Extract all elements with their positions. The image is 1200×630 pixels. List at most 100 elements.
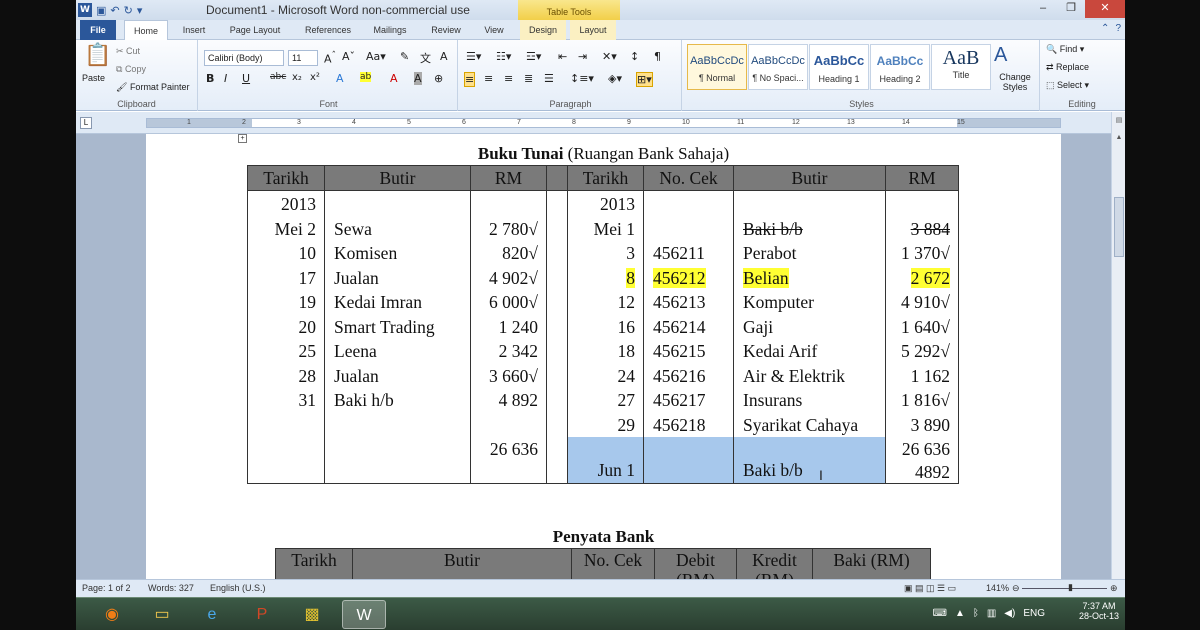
superscript-icon[interactable]: x² <box>310 72 320 83</box>
debit-dates-cell[interactable]: 2013 Mei 2 10 17 19 20 25 28 31 <box>247 190 325 437</box>
clear-format-icon[interactable]: ✎ <box>400 50 409 63</box>
grow-font-icon[interactable]: Aˆ <box>324 50 336 66</box>
subscript-icon[interactable]: x₂ <box>292 72 302 83</box>
justify-icon[interactable]: ≣ <box>524 72 533 85</box>
bullets-icon[interactable]: ☰▾ <box>466 50 481 63</box>
borders-icon[interactable]: ⊞▾ <box>636 72 653 87</box>
header-cell[interactable]: Kredit (RM) <box>736 548 813 579</box>
header-cell[interactable]: Baki (RM) <box>812 548 931 579</box>
debit-amounts-cell[interactable]: 2 780√ 820√ 4 902√ 6 000√ 1 240 2 342 3 660√ 4 … <box>470 190 547 437</box>
credit-items-cell[interactable]: Baki b/b Perabot Belian Komputer Gaji Kedai A… <box>733 190 886 437</box>
header-cell[interactable]: Tarikh <box>567 165 644 191</box>
text-effects-icon[interactable]: A <box>336 72 344 85</box>
maximize-button[interactable]: ❐ <box>1057 0 1085 18</box>
scroll-thumb[interactable] <box>1114 197 1124 257</box>
header-cell[interactable]: Butir <box>733 165 886 191</box>
header-cell[interactable] <box>546 165 568 191</box>
align-center-icon[interactable]: ≡ <box>484 72 493 85</box>
help-icon[interactable]: ? <box>1115 23 1121 34</box>
separator-cell[interactable] <box>546 190 568 437</box>
style-normal[interactable]: AaBbCcDc ¶ Normal <box>687 44 747 90</box>
word-count[interactable]: Words: 327 <box>148 583 194 593</box>
keyboard-icon[interactable]: ⌨ <box>933 608 947 619</box>
style-heading-1[interactable]: AaBbCc Heading 1 <box>809 44 869 90</box>
paste-button[interactable]: Paste <box>82 73 105 83</box>
closing-date-cell[interactable]: Jun 1 <box>567 437 644 484</box>
distributed-icon[interactable]: ☰ <box>544 72 554 85</box>
format-painter-button[interactable]: 🖌 Format Painter <box>116 82 189 93</box>
credit-cheques-cell[interactable]: 456211 456212 456213 456214 456215 456216 4562… <box>643 190 734 437</box>
credit-dates-cell[interactable]: 2013 Mei 1 3 8 12 16 18 24 27 29 <box>567 190 644 437</box>
table-move-handle[interactable]: + <box>238 134 247 143</box>
horizontal-ruler[interactable]: L 1 2 3 4 5 6 7 8 9 10 11 12 13 14 15 <box>76 112 1125 134</box>
chinese-layout-icon[interactable]: ✕▾ <box>602 50 617 63</box>
tab-home[interactable]: Home <box>124 20 168 41</box>
tab-design[interactable]: Design <box>520 20 566 40</box>
find-button[interactable]: 🔍 Find ▾ <box>1046 44 1084 55</box>
credit-amounts-cell[interactable]: 3 884 1 370√ 2 672 4 910√ 1 640√ 5 292√ 1 162 1… <box>885 190 959 437</box>
zoom-in-icon[interactable]: ⊕ <box>1110 583 1118 594</box>
show-marks-icon[interactable]: ¶ <box>654 50 661 63</box>
header-cell[interactable]: Debit (RM) <box>654 548 737 579</box>
tab-page-layout[interactable]: Page Layout <box>222 20 288 40</box>
bank-statement-table[interactable]: Tarikh Butir No. Cek Debit (RM) Kredit (… <box>275 548 931 579</box>
underline-icon[interactable]: U <box>242 72 250 85</box>
tab-selector-button[interactable]: L <box>80 117 92 129</box>
italic-icon[interactable]: I <box>224 72 227 85</box>
zoom-out-icon[interactable]: ⊖ <box>1012 583 1020 594</box>
ruler-toggle-icon[interactable]: ▤ <box>1114 116 1124 126</box>
replace-button[interactable]: ⇄ Replace <box>1046 62 1089 73</box>
tab-file[interactable]: File <box>80 20 116 40</box>
sort-icon[interactable]: ↕ <box>630 50 639 63</box>
style-title[interactable]: AaB Title <box>931 44 991 90</box>
char-shading-icon[interactable]: A <box>414 72 422 85</box>
internet-explorer-icon[interactable]: e <box>190 600 234 629</box>
shrink-font-icon[interactable]: Aˇ <box>342 50 355 63</box>
zoom-thumb[interactable]: ▮ <box>1068 582 1073 593</box>
save-icon[interactable]: ▣ <box>96 4 106 17</box>
select-button[interactable]: ⬚ Select ▾ <box>1046 80 1089 91</box>
debit-items-cell[interactable]: Sewa Komisen Jualan Kedai Imran Smart Tradin… <box>324 190 471 437</box>
ruler-strip[interactable]: 1 2 3 4 5 6 7 8 9 10 11 12 13 14 15 <box>146 118 1061 128</box>
undo-icon[interactable]: ↶ <box>110 4 119 17</box>
tab-insert[interactable]: Insert <box>176 20 212 40</box>
volume-icon[interactable]: ◀) <box>1004 608 1015 619</box>
firefox-icon[interactable]: ◉ <box>90 600 134 629</box>
page-count[interactable]: Page: 1 of 2 <box>82 583 131 593</box>
char-border-icon[interactable]: A <box>440 50 448 63</box>
header-cell[interactable]: No. Cek <box>643 165 734 191</box>
cut-button[interactable]: ✂ Cut <box>116 46 140 57</box>
align-right-icon[interactable]: ≡ <box>504 72 513 85</box>
total-cell[interactable] <box>324 437 471 484</box>
separator-cell[interactable] <box>546 437 568 484</box>
redo-icon[interactable]: ↻ <box>124 4 133 17</box>
change-case-icon[interactable]: Aa▾ <box>366 50 386 63</box>
zoom-level[interactable]: 141% <box>986 583 1009 593</box>
header-cell[interactable]: Butir <box>324 165 471 191</box>
paste-icon[interactable]: 📋 <box>84 42 111 68</box>
vertical-scrollbar[interactable]: ▤ ▲ <box>1111 112 1125 579</box>
align-left-icon[interactable]: ≡ <box>464 72 476 87</box>
network-icon[interactable]: ▥ <box>987 608 996 619</box>
header-cell[interactable]: Tarikh <box>247 165 325 191</box>
decrease-indent-icon[interactable]: ⇤ <box>558 50 567 63</box>
tab-review[interactable]: Review <box>424 20 468 40</box>
powerpoint-icon[interactable]: P <box>240 600 284 629</box>
word-app-icon[interactable]: W <box>78 3 92 17</box>
media-app-icon[interactable]: ▩ <box>290 600 334 629</box>
tab-references[interactable]: References <box>298 20 358 40</box>
closing-item-cell[interactable]: Baki b/b <box>733 437 886 484</box>
scroll-up-icon[interactable]: ▲ <box>1114 134 1124 144</box>
credit-total-cell[interactable]: 26 636 4892 <box>885 437 959 484</box>
enclose-char-icon[interactable]: ⊕ <box>434 72 443 85</box>
bold-icon[interactable]: B <box>206 72 214 85</box>
style-heading-2[interactable]: AaBbCc Heading 2 <box>870 44 930 90</box>
header-cell[interactable]: Tarikh <box>275 548 353 579</box>
font-name-combo[interactable]: Calibri (Body) <box>204 50 284 66</box>
zoom-slider[interactable] <box>1022 588 1107 589</box>
copy-button[interactable]: ⧉ Copy <box>116 64 146 75</box>
tab-layout[interactable]: Layout <box>570 20 616 40</box>
header-cell[interactable]: No. Cek <box>571 548 655 579</box>
document-page[interactable]: + Buku Tunai (Ruangan Bank Sahaja) Tarik… <box>146 134 1061 579</box>
tab-view[interactable]: View <box>476 20 512 40</box>
